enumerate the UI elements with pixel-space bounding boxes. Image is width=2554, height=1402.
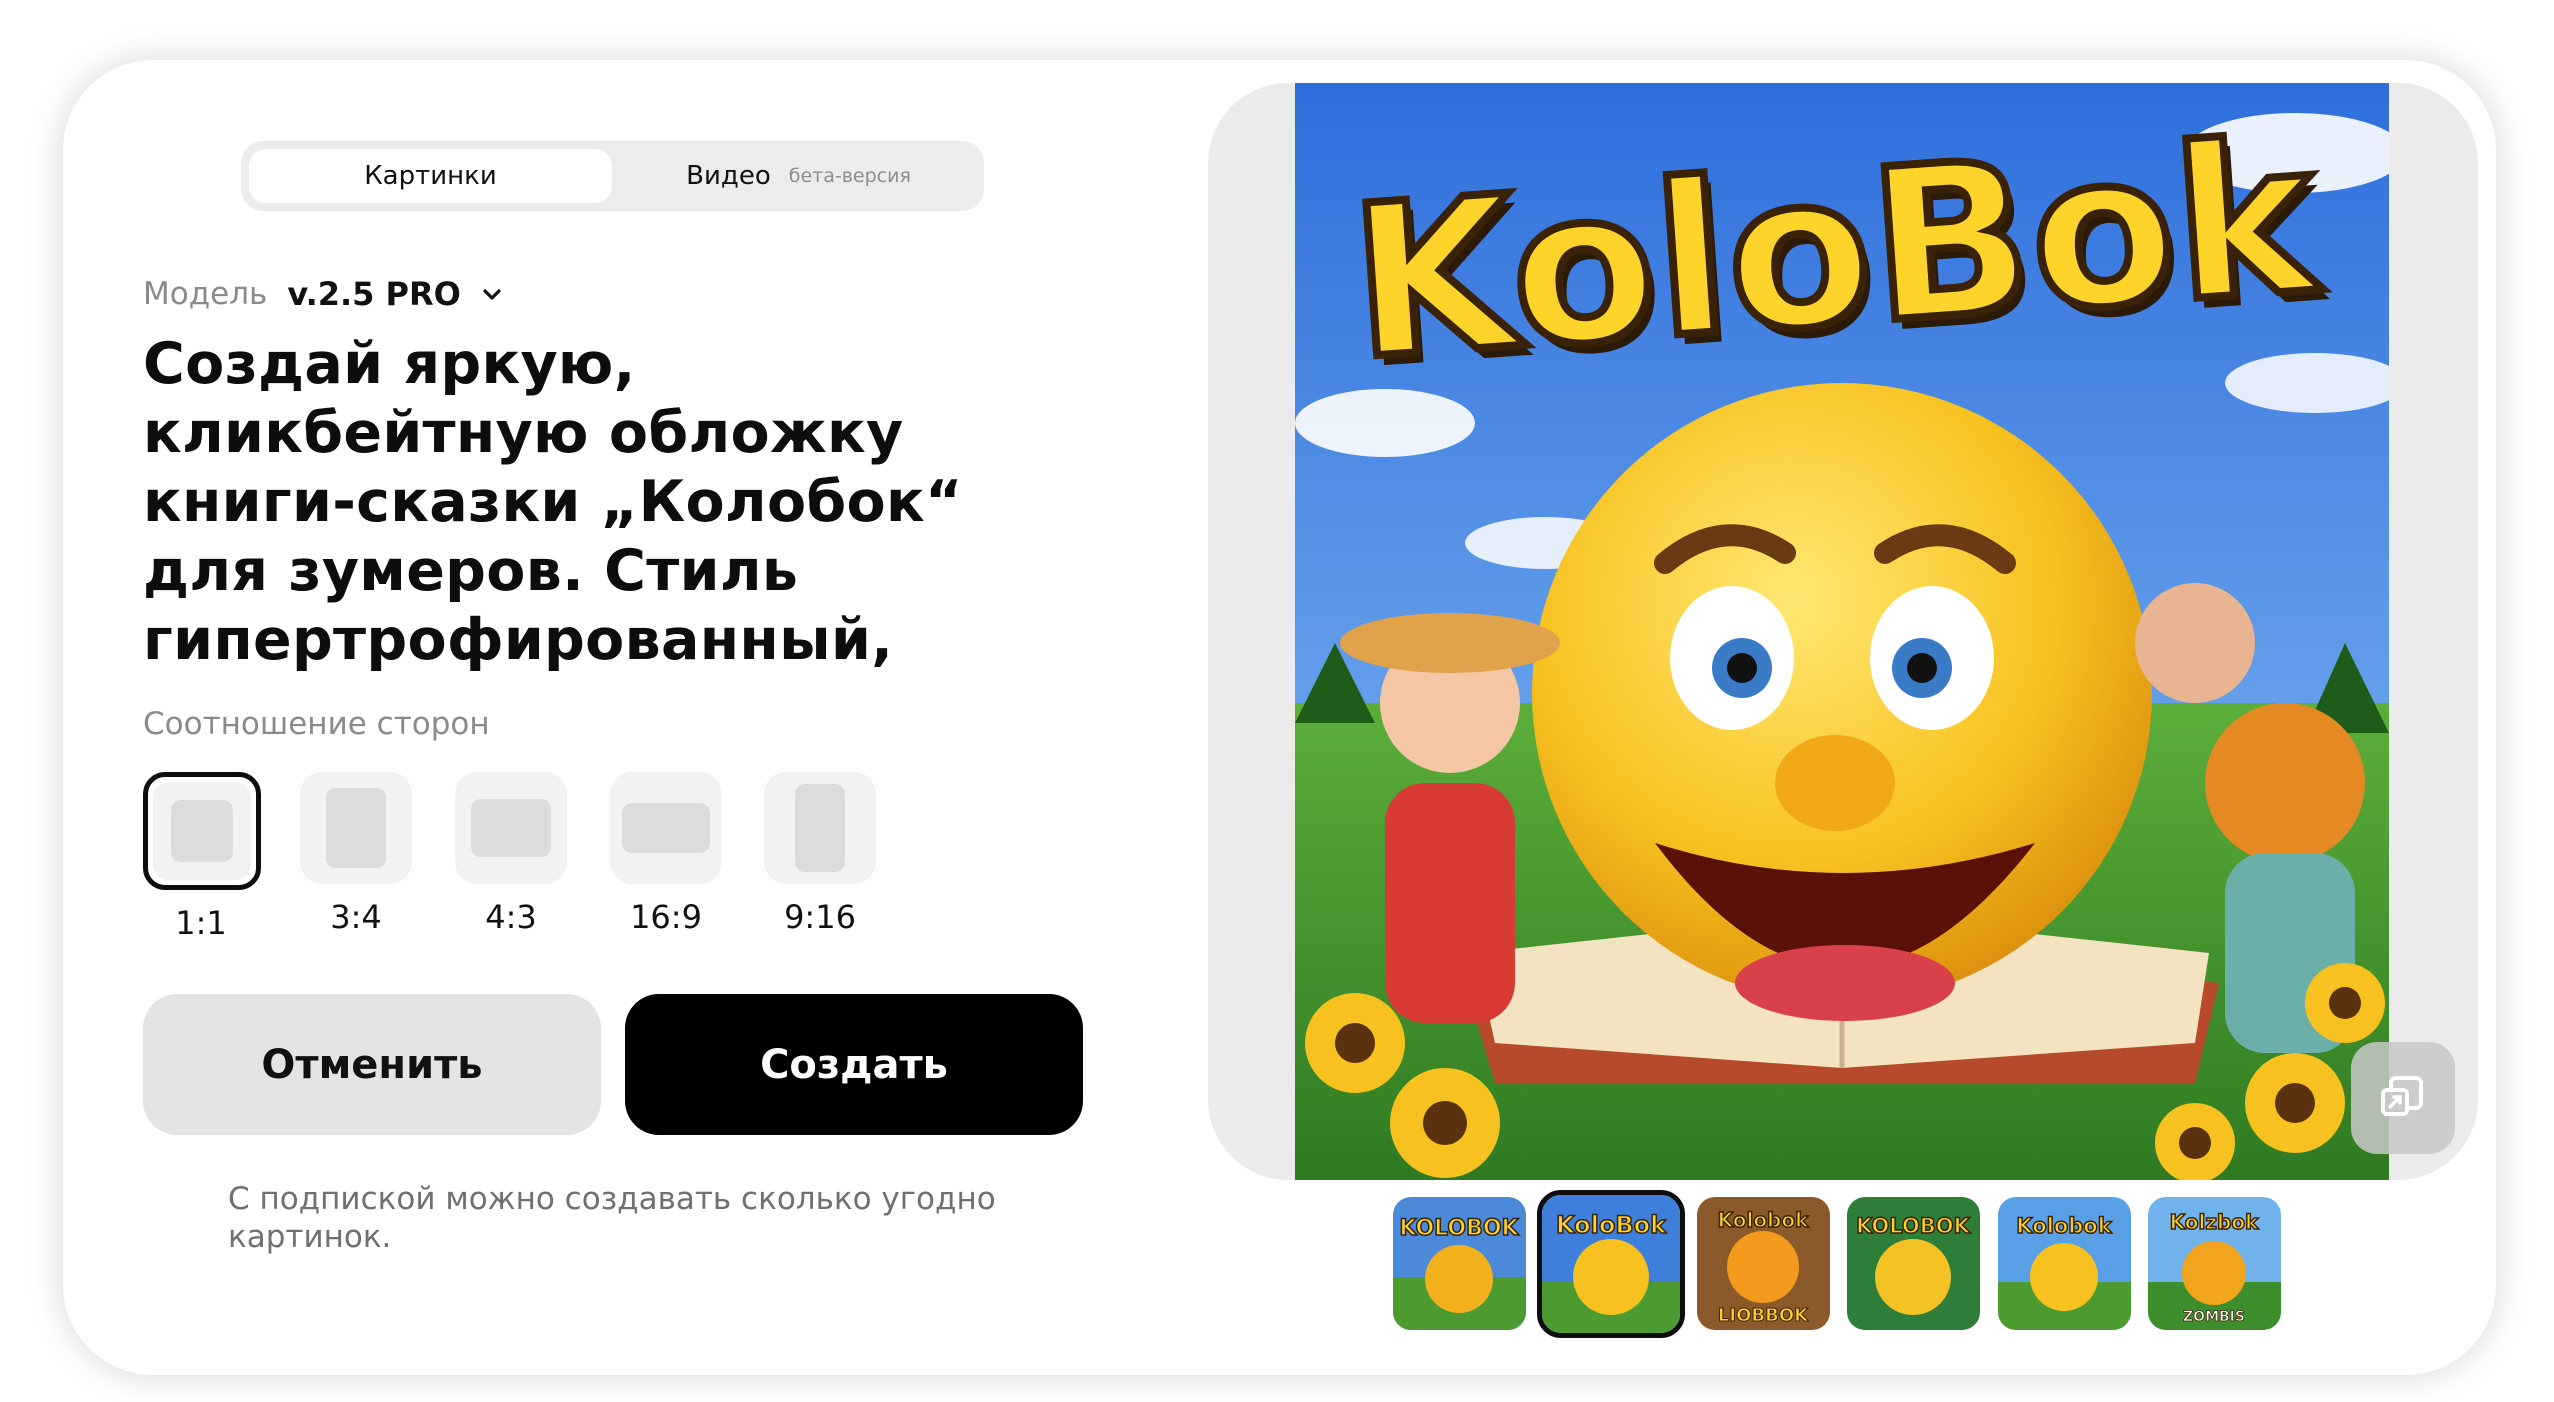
thumbnail-title: KoloBok xyxy=(1556,1211,1667,1239)
chevron-down-icon xyxy=(481,283,503,305)
aspect-option-3-4[interactable]: 3:4 xyxy=(298,772,414,936)
mode-tabs: Картинки Видео бета-версия xyxy=(241,141,984,211)
prompt-text[interactable]: Создай яркую, кликбейтную обложку книги-… xyxy=(143,330,1093,684)
thumbnail-title: KOLOBOK xyxy=(1399,1216,1519,1241)
aspect-label: 16:9 xyxy=(630,898,702,936)
tab-video-label: Видео xyxy=(686,161,771,191)
thumbnail[interactable]: KoloBok xyxy=(1537,1190,1685,1338)
thumbnail[interactable]: Kolobok LIOBBOK xyxy=(1697,1197,1830,1330)
thumbnail-subtitle: LIOBBOK xyxy=(1718,1305,1809,1326)
tab-images[interactable]: Картинки xyxy=(249,149,612,203)
aspect-box xyxy=(764,772,876,884)
aspect-option-9-16[interactable]: 9:16 xyxy=(762,772,878,936)
model-value: v.2.5 PRO xyxy=(287,275,461,313)
create-button[interactable]: Создать xyxy=(625,994,1083,1135)
aspect-label: 1:1 xyxy=(175,904,227,942)
aspect-ratio-title: Соотношение сторон xyxy=(143,706,490,742)
aspect-label: 9:16 xyxy=(784,898,856,936)
square-shape-icon xyxy=(171,800,233,862)
thumbnail-title: Kolobok xyxy=(2016,1214,2112,1238)
subscription-note: С подпиской можно создавать сколько угод… xyxy=(228,1181,996,1255)
thumbnail[interactable]: KOLOBOK xyxy=(1393,1197,1526,1330)
model-selector[interactable]: Модель v.2.5 PRO xyxy=(143,274,503,314)
cancel-button[interactable]: Отменить xyxy=(143,994,601,1135)
expand-button[interactable] xyxy=(2351,1042,2455,1154)
aspect-label: 3:4 xyxy=(330,898,382,936)
tab-video[interactable]: Видео бета-версия xyxy=(621,149,976,203)
tall-shape-icon xyxy=(795,784,845,872)
aspect-box xyxy=(610,772,722,884)
thumbnail[interactable]: Kolobok xyxy=(1998,1197,2131,1330)
aspect-option-1-1[interactable]: 1:1 xyxy=(143,772,261,942)
aspect-box xyxy=(143,772,261,890)
landscape-shape-icon xyxy=(471,799,551,857)
wide-shape-icon xyxy=(622,803,710,853)
model-label: Модель xyxy=(143,276,268,312)
beta-badge: бета-версия xyxy=(788,165,911,187)
aspect-box xyxy=(300,772,412,884)
thumbnail-title: Kolobok xyxy=(1718,1208,1810,1232)
expand-icon xyxy=(2377,1070,2429,1126)
portrait-shape-icon xyxy=(326,788,386,868)
thumbnail-title: KOLOBOK xyxy=(1856,1214,1971,1238)
tab-images-label: Картинки xyxy=(364,161,497,191)
aspect-label: 4:3 xyxy=(485,898,537,936)
aspect-option-16-9[interactable]: 16:9 xyxy=(608,772,724,936)
thumbnail[interactable]: KOLOBOK xyxy=(1847,1197,1980,1330)
preview-image[interactable]: KoloBok KoloBok xyxy=(1295,83,2389,1180)
thumbnail-subtitle: ZOMBIS xyxy=(2183,1309,2245,1325)
aspect-box xyxy=(455,772,567,884)
thumbnail[interactable]: Kolzbok ZOMBIS xyxy=(2148,1197,2281,1330)
thumbnail-title: Kolzbok xyxy=(2170,1210,2259,1234)
aspect-option-4-3[interactable]: 4:3 xyxy=(453,772,569,936)
